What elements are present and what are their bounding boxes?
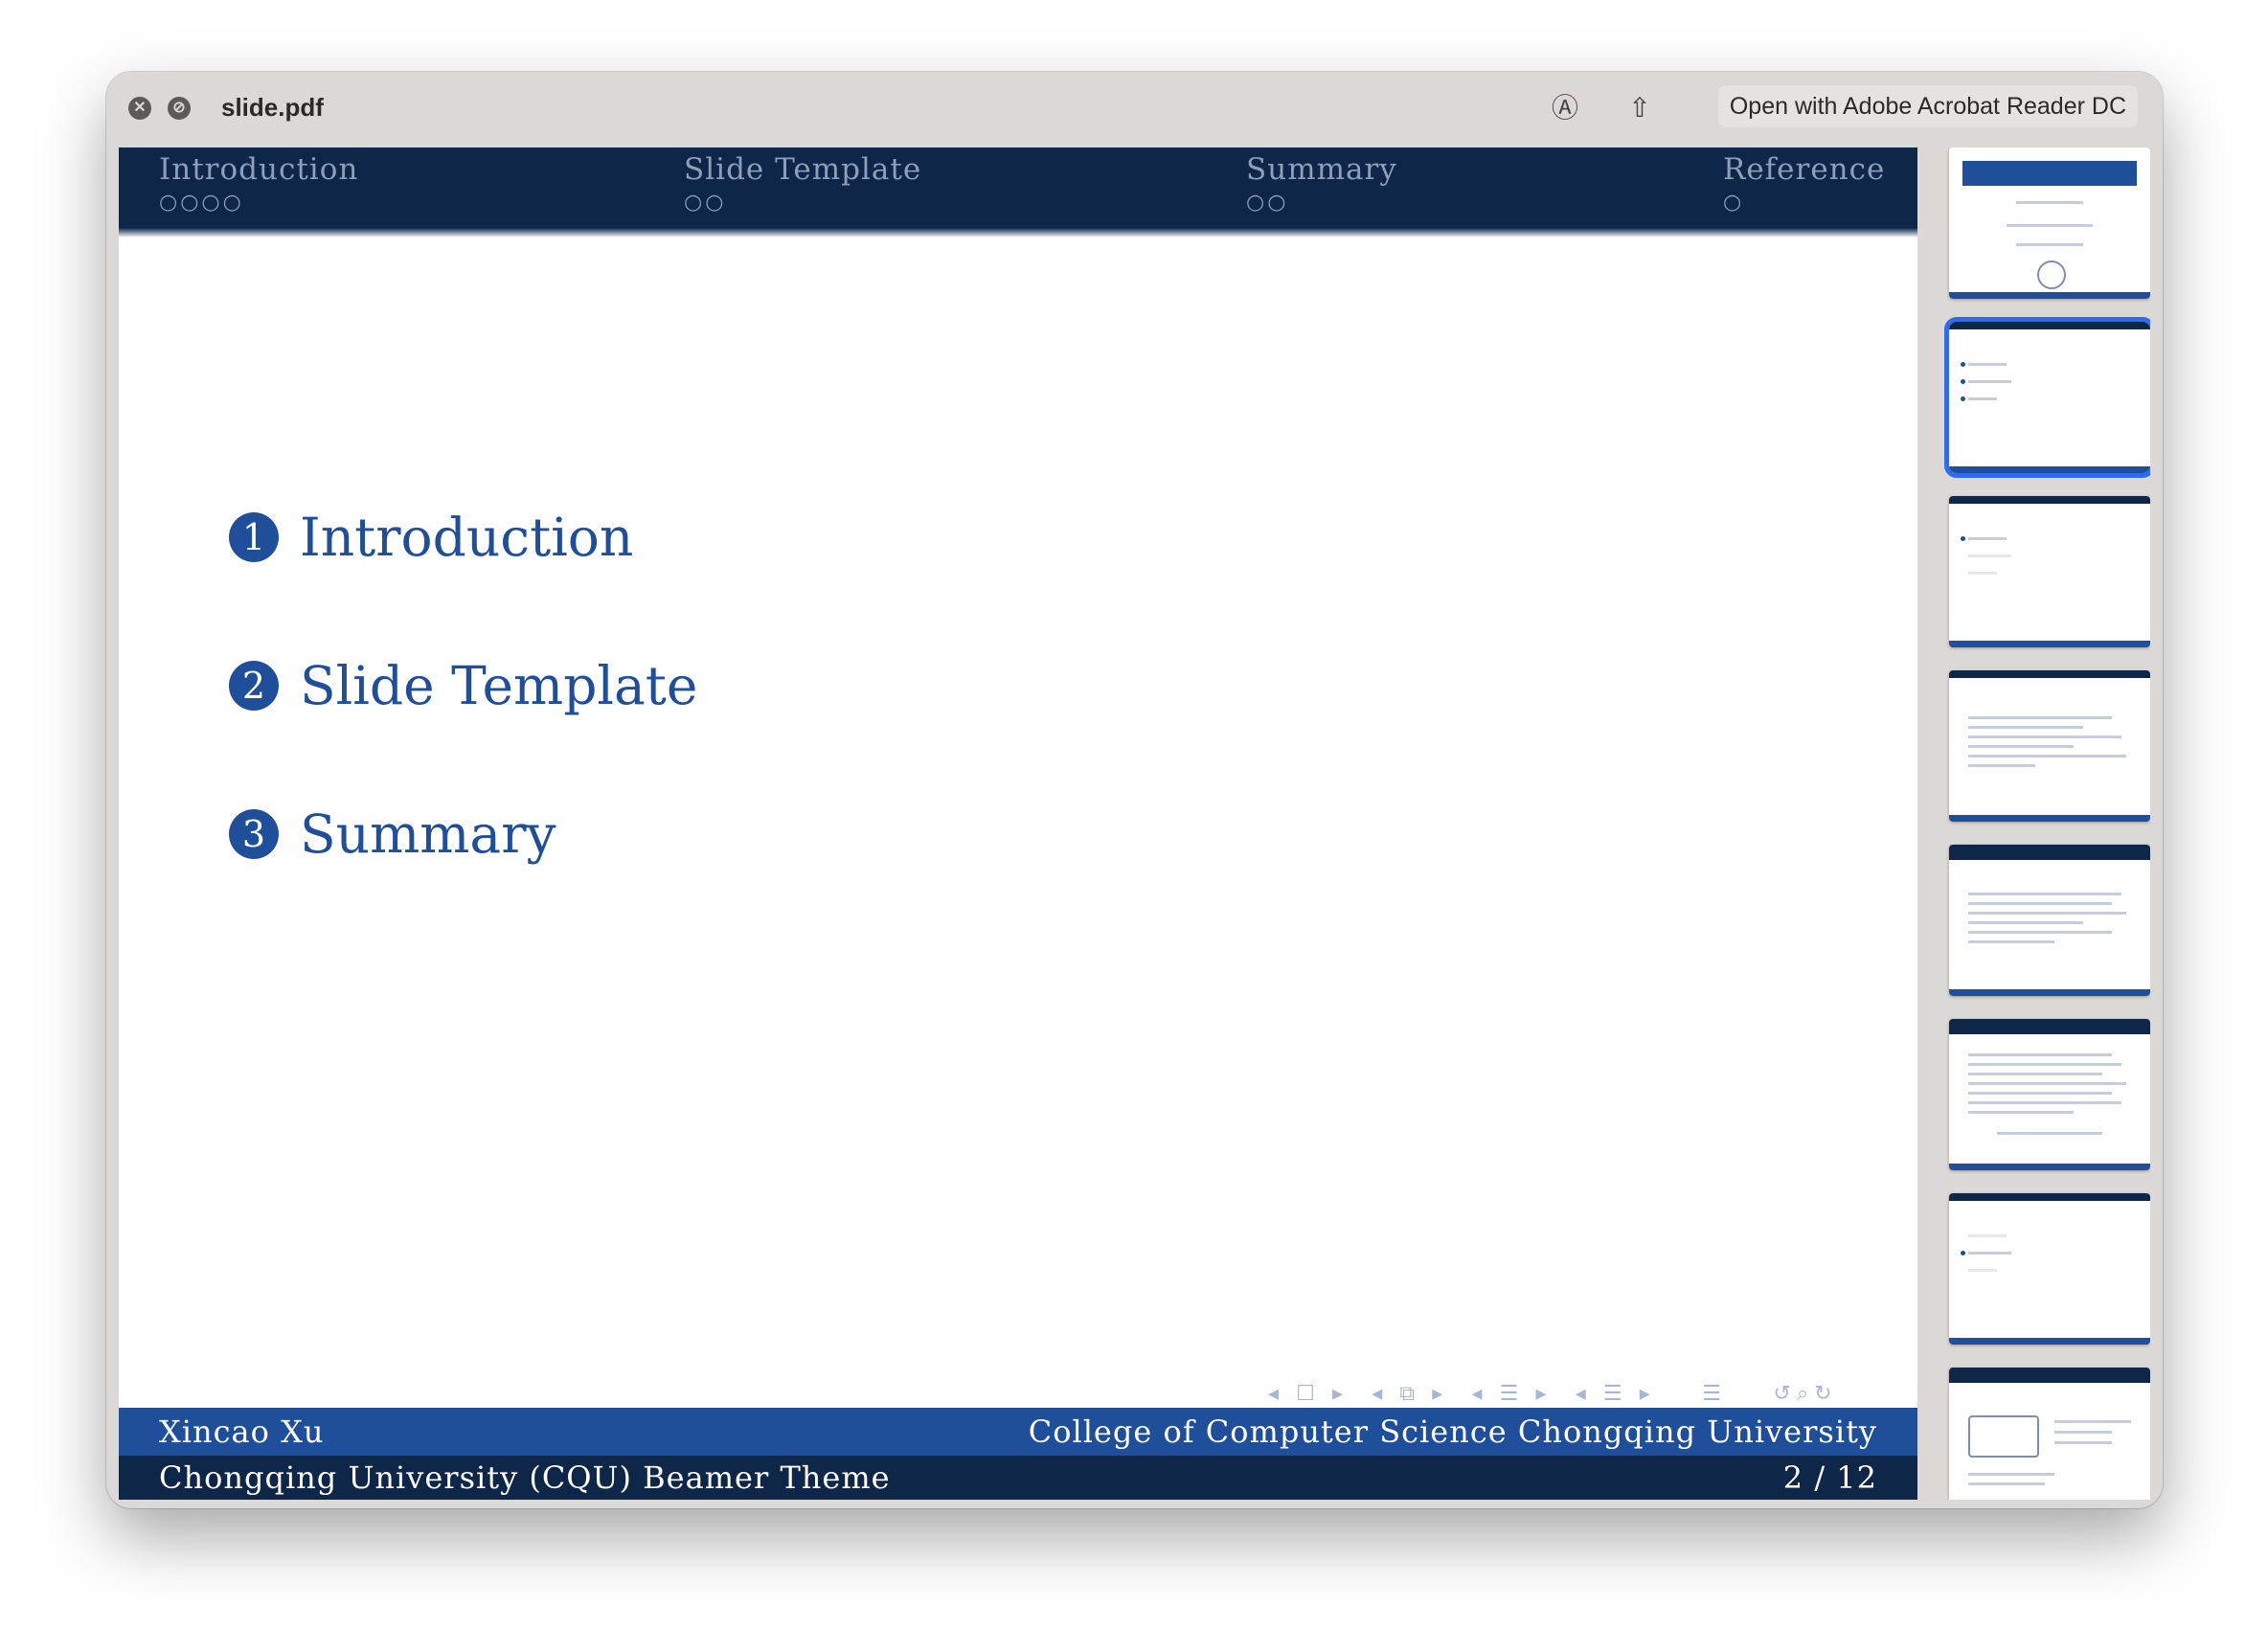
thumbnail-sidebar[interactable] <box>1934 147 2150 1500</box>
open-with-acrobat-button[interactable]: Open with Adobe Acrobat Reader DC <box>1717 85 2138 127</box>
thumbnail-1[interactable] <box>1949 147 2150 299</box>
footer-institute: College of Computer Science Chongqing Un… <box>1028 1414 1877 1450</box>
toc-label: Summary <box>300 803 556 865</box>
nav-section-dots: ○○ <box>1246 191 1289 215</box>
nav-section-title: Slide Template <box>684 152 922 187</box>
toc-number: 2 <box>229 661 279 711</box>
thumbnail-5[interactable] <box>1949 845 2150 996</box>
window-title: slide.pdf <box>221 93 324 122</box>
title-bar: ✕ ⊘ slide.pdf Ⓐ ⇧ Open with Adobe Acroba… <box>106 72 2163 145</box>
nav-section-dots: ○○○○ <box>159 191 244 215</box>
preview-window: ✕ ⊘ slide.pdf Ⓐ ⇧ Open with Adobe Acroba… <box>106 72 2163 1508</box>
footer-author: Xincao Xu <box>159 1414 325 1450</box>
toc-number: 3 <box>229 809 279 859</box>
block-icon[interactable]: ⊘ <box>168 97 191 120</box>
footer-title: Chongqing University (CQU) Beamer Theme <box>159 1459 891 1496</box>
thumbnail-2[interactable] <box>1944 317 2150 478</box>
toc-item-slide-template[interactable]: 2 Slide Template <box>229 655 697 716</box>
nav-section-summary[interactable]: Summary ○○ <box>1246 147 1397 215</box>
nav-section-title: Introduction <box>159 152 359 187</box>
beamer-navigation-symbols[interactable]: ◂ ☐ ▸ ◂ ⧉ ▸ ◂ ☰ ▸ ◂ ☰ ▸ ☰ ↺⌕↻ <box>1268 1381 1838 1406</box>
slide-footer-bottom: Chongqing University (CQU) Beamer Theme … <box>119 1456 1917 1500</box>
thumbnail-8[interactable] <box>1949 1368 2150 1500</box>
toc-label: Introduction <box>300 507 634 568</box>
nav-section-dots: ○○ <box>684 191 727 215</box>
thumbnail-6[interactable] <box>1949 1019 2150 1170</box>
nav-section-introduction[interactable]: Introduction ○○○○ <box>159 147 358 215</box>
close-icon[interactable]: ✕ <box>128 97 151 120</box>
nav-section-reference[interactable]: Reference ○ <box>1723 147 1885 215</box>
nav-section-title: Summary <box>1246 152 1397 187</box>
slide-page: Introduction ○○○○ Slide Template ○○ Summ… <box>119 147 1917 1500</box>
thumbnail-3[interactable] <box>1949 496 2150 647</box>
share-icon[interactable]: ⇧ <box>1622 91 1657 125</box>
markup-icon[interactable]: Ⓐ <box>1548 91 1582 125</box>
slide-footer-top: Xincao Xu College of Computer Science Ch… <box>119 1408 1917 1456</box>
slide-section-nav: Introduction ○○○○ Slide Template ○○ Summ… <box>119 147 1917 237</box>
toc-label: Slide Template <box>300 655 698 716</box>
footer-page-number: 2 / 12 <box>1782 1459 1877 1496</box>
toc-number: 1 <box>229 512 279 562</box>
toc-item-introduction[interactable]: 1 Introduction <box>229 507 633 568</box>
nav-section-dots: ○ <box>1723 191 1745 215</box>
thumbnail-7[interactable] <box>1949 1193 2150 1345</box>
toc-item-summary[interactable]: 3 Summary <box>229 803 556 865</box>
nav-section-slide-template[interactable]: Slide Template ○○ <box>684 147 921 215</box>
thumbnail-4[interactable] <box>1949 670 2150 822</box>
nav-section-title: Reference <box>1723 152 1886 187</box>
